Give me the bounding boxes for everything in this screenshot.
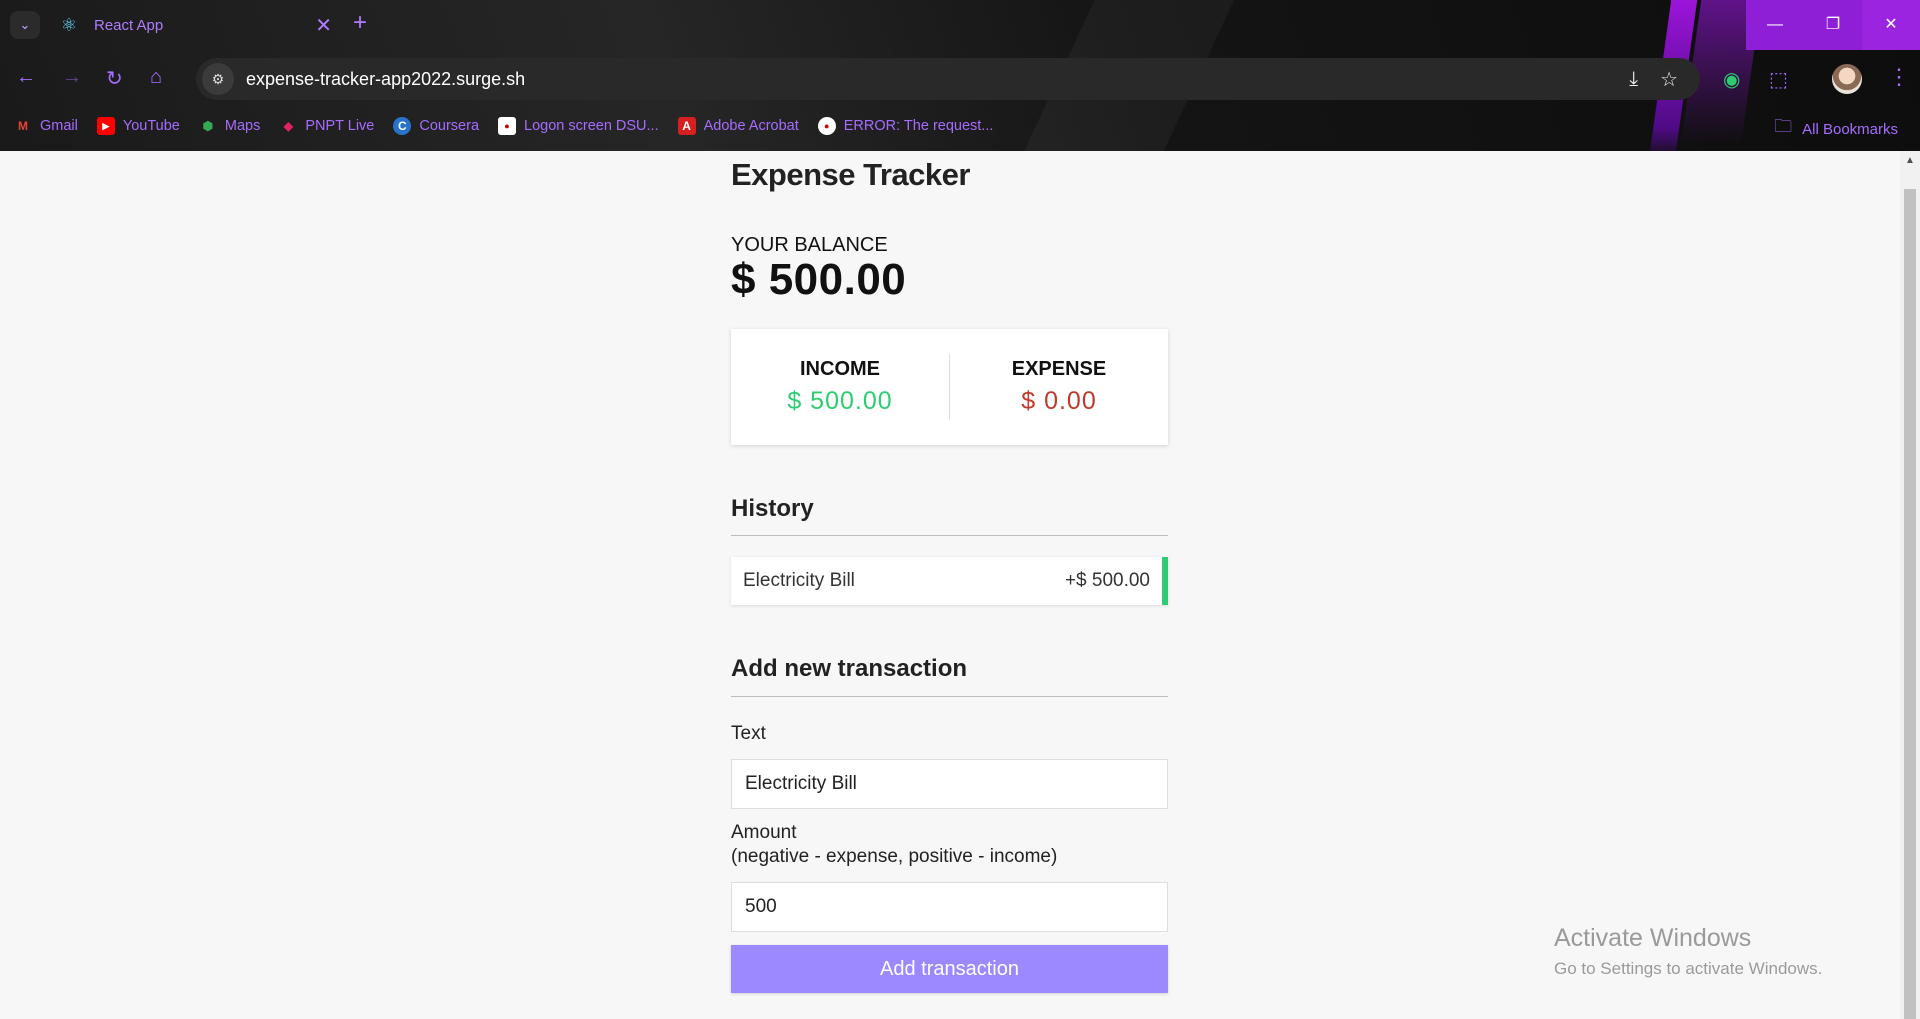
bookmark-gmail[interactable]: M Gmail	[14, 117, 78, 135]
income-label: INCOME	[800, 358, 880, 380]
browser-tab[interactable]: ⚛ React App ✕	[50, 4, 340, 46]
minimize-button[interactable]: —	[1746, 0, 1804, 50]
amount-input[interactable]	[731, 882, 1168, 932]
tab-title: React App	[94, 16, 164, 34]
history-divider	[731, 535, 1168, 536]
bookmark-error[interactable]: ● ERROR: The request...	[817, 117, 994, 135]
bookmark-label: Coursera	[419, 118, 480, 134]
watermark-line1: Activate Windows	[1554, 924, 1752, 952]
folder-icon: 🗀	[1774, 116, 1793, 136]
watermark-line2: Go to Settings to activate Windows.	[1554, 959, 1823, 978]
bookmark-label: PNPT Live	[305, 118, 375, 134]
close-window-button[interactable]: ✕	[1862, 0, 1920, 50]
profile-avatar[interactable]	[1832, 64, 1862, 94]
amount-label-line1: Amount	[731, 822, 797, 843]
error-page-icon: ●	[817, 117, 836, 135]
add-transaction-divider	[731, 696, 1168, 697]
all-bookmarks-label: All Bookmarks	[1802, 120, 1898, 138]
browser-chrome: ⌄ ⚛ React App ✕ + — ❐ ✕ ← → ↻ ⌂ ⚙ expens…	[0, 0, 1920, 151]
reload-icon[interactable]: ↻	[106, 66, 123, 91]
balance-value: $ 500.00	[731, 255, 907, 304]
expense-column: EXPENSE $ 0.00	[950, 358, 1168, 416]
site-info-icon[interactable]: ⚙	[202, 63, 234, 95]
bookmark-label: YouTube	[122, 118, 180, 134]
history-item[interactable]: Electricity Bill +$ 500.00	[731, 557, 1168, 605]
text-field-label: Text	[731, 723, 766, 744]
forward-icon[interactable]: →	[62, 66, 82, 89]
new-tab-button[interactable]: +	[353, 9, 367, 37]
gmail-icon: M	[18, 119, 28, 133]
url-text[interactable]: expense-tracker-app2022.surge.sh	[246, 69, 1629, 90]
bookmark-star-icon[interactable]: ☆	[1660, 67, 1678, 92]
react-icon: ⚛	[60, 15, 78, 35]
coursera-icon: C	[393, 117, 412, 135]
all-bookmarks-button[interactable]: 🗀 All Bookmarks	[1774, 114, 1898, 144]
income-expense-card: INCOME $ 500.00 EXPENSE $ 0.00	[731, 329, 1168, 445]
bookmark-youtube[interactable]: ▶ YouTube	[96, 117, 180, 135]
dsu-icon: ●	[498, 117, 517, 135]
page-viewport: Expense Tracker YOUR BALANCE $ 500.00 IN…	[0, 151, 1900, 1019]
scroll-up-icon[interactable]: ▲	[1905, 155, 1915, 166]
amount-field-label: Amount (negative - expense, positive - i…	[731, 821, 1057, 869]
add-transaction-title: Add new transaction	[731, 655, 968, 682]
expense-label: EXPENSE	[1011, 358, 1107, 380]
bookmark-pnpt[interactable]: ◆ PNPT Live	[279, 117, 375, 135]
bookmark-acrobat[interactable]: A Adobe Acrobat	[677, 117, 799, 135]
extension-eye-icon[interactable]: ◉	[1723, 67, 1740, 92]
add-transaction-button[interactable]: Add transaction	[731, 945, 1168, 993]
bookmark-label: Maps	[224, 118, 261, 134]
bookmark-label: Logon screen DSU...	[524, 118, 659, 134]
pnpt-icon: ◆	[283, 119, 293, 133]
income-column: INCOME $ 500.00	[731, 358, 949, 416]
bookmark-maps[interactable]: ⬢ Maps	[199, 117, 261, 135]
bookmark-coursera[interactable]: C Coursera	[393, 117, 479, 135]
acrobat-icon: A	[677, 117, 696, 135]
income-value: $ 500.00	[787, 387, 893, 415]
browser-menu-icon[interactable]: ⋮	[1888, 64, 1910, 90]
text-input[interactable]	[731, 759, 1168, 809]
history-item-amount: +$ 500.00	[1064, 570, 1150, 591]
window-controls: — ❐ ✕	[1746, 0, 1920, 50]
install-app-icon[interactable]: ⤓	[1629, 68, 1638, 91]
home-icon[interactable]: ⌂	[150, 66, 162, 89]
restore-button[interactable]: ❐	[1804, 0, 1862, 50]
balance-label: YOUR BALANCE	[731, 234, 888, 256]
bookmarks-bar: M Gmail ▶ YouTube ⬢ Maps ◆ PNPT Live C C…	[14, 114, 1012, 138]
page-scrollbar[interactable]: ▲	[1900, 151, 1920, 1019]
bookmark-dsu[interactable]: ● Logon screen DSU...	[498, 117, 659, 135]
extensions-puzzle-icon[interactable]: ⬚	[1769, 67, 1788, 92]
scrollbar-thumb[interactable]	[1904, 189, 1916, 1019]
windows-activation-watermark: Activate Windows Go to Settings to activ…	[1554, 924, 1822, 979]
history-item-text: Electricity Bill	[743, 570, 855, 591]
tab-search-button[interactable]: ⌄	[10, 11, 40, 39]
youtube-icon: ▶	[96, 117, 115, 135]
amount-label-line2: (negative - expense, positive - income)	[731, 846, 1058, 867]
address-bar[interactable]: ⚙ expense-tracker-app2022.surge.sh ⤓ ☆	[196, 58, 1700, 100]
bookmark-label: Gmail	[40, 118, 78, 134]
app-title: Expense Tracker	[731, 157, 970, 192]
expense-value: $ 0.00	[1021, 387, 1097, 415]
maps-icon: ⬢	[202, 119, 214, 133]
bookmark-label: ERROR: The request...	[843, 118, 994, 134]
bookmark-label: Adobe Acrobat	[703, 118, 799, 134]
close-tab-icon[interactable]: ✕	[315, 13, 332, 38]
history-title: History	[731, 495, 814, 522]
back-icon[interactable]: ←	[16, 66, 36, 89]
